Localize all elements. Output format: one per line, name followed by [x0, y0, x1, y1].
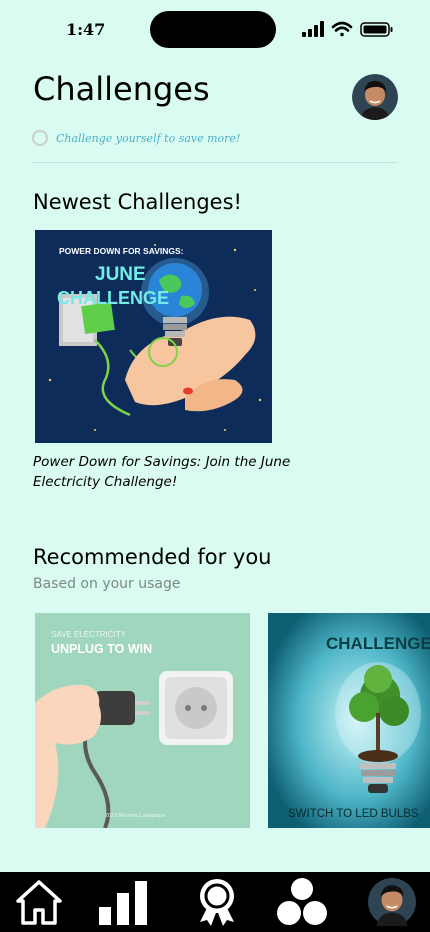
recommended-subtitle: Based on your usage: [33, 576, 181, 592]
nav-community[interactable]: [274, 878, 330, 926]
led-bulbs-image: CHALLENGE SWITCH TO LED BULBS: [268, 613, 430, 828]
unplug-credit: 2023 Minerva Laxeplatre: [105, 813, 166, 819]
status-bar: 1:47: [0, 0, 430, 60]
nav-stats[interactable]: [96, 878, 150, 926]
june-image-headline-2: CHALLENGE: [57, 288, 169, 308]
bottom-nav: [0, 872, 430, 932]
june-image-headline-1: JUNE: [95, 264, 146, 285]
led-headline: CHALLENGE: [326, 634, 430, 653]
profile-avatar: [368, 878, 416, 926]
unplug-to-win-image: SAVE ELECTRICITY UNPLUG TO WIN 2023 Mine…: [35, 613, 250, 828]
led-footer: SWITCH TO LED BULBS: [288, 808, 419, 820]
recommended-heading: Recommended for you: [33, 545, 272, 569]
award-icon: [200, 879, 234, 926]
divider: [32, 162, 398, 163]
unplug-small-text: SAVE ELECTRICITY: [51, 630, 127, 639]
wifi-icon: [331, 21, 353, 37]
signal-icon: [302, 21, 324, 37]
page-subtitle: Challenge yourself to save more!: [56, 131, 241, 145]
nav-home[interactable]: [14, 878, 64, 926]
nav-challenges[interactable]: [192, 878, 242, 926]
led-bulbs-card[interactable]: CHALLENGE SWITCH TO LED BULBS: [268, 613, 430, 828]
june-challenge-caption[interactable]: Power Down for Savings: Join the June El…: [33, 452, 313, 492]
radio-circle-icon[interactable]: [32, 130, 48, 146]
june-challenge-image: POWER DOWN FOR SAVINGS: JUNE CHALLENGE: [35, 230, 272, 443]
nav-profile[interactable]: [366, 878, 418, 926]
home-icon: [16, 880, 62, 925]
battery-icon: [360, 22, 393, 37]
newest-challenges-heading: Newest Challenges!: [33, 190, 242, 214]
status-time: 1:47: [66, 20, 106, 39]
unplug-to-win-card[interactable]: SAVE ELECTRICITY UNPLUG TO WIN 2023 Mine…: [35, 613, 250, 828]
community-icon: [277, 878, 327, 925]
page-title: Challenges: [33, 70, 210, 108]
subtitle-row: Challenge yourself to save more!: [32, 130, 240, 146]
user-avatar[interactable]: [352, 74, 398, 120]
status-icons: [302, 21, 393, 37]
dynamic-island: [150, 11, 276, 48]
june-image-top-text: POWER DOWN FOR SAVINGS:: [59, 246, 184, 256]
unplug-headline: UNPLUG TO WIN: [51, 642, 152, 656]
stats-icon: [99, 881, 147, 925]
june-challenge-card[interactable]: POWER DOWN FOR SAVINGS: JUNE CHALLENGE: [35, 230, 272, 443]
